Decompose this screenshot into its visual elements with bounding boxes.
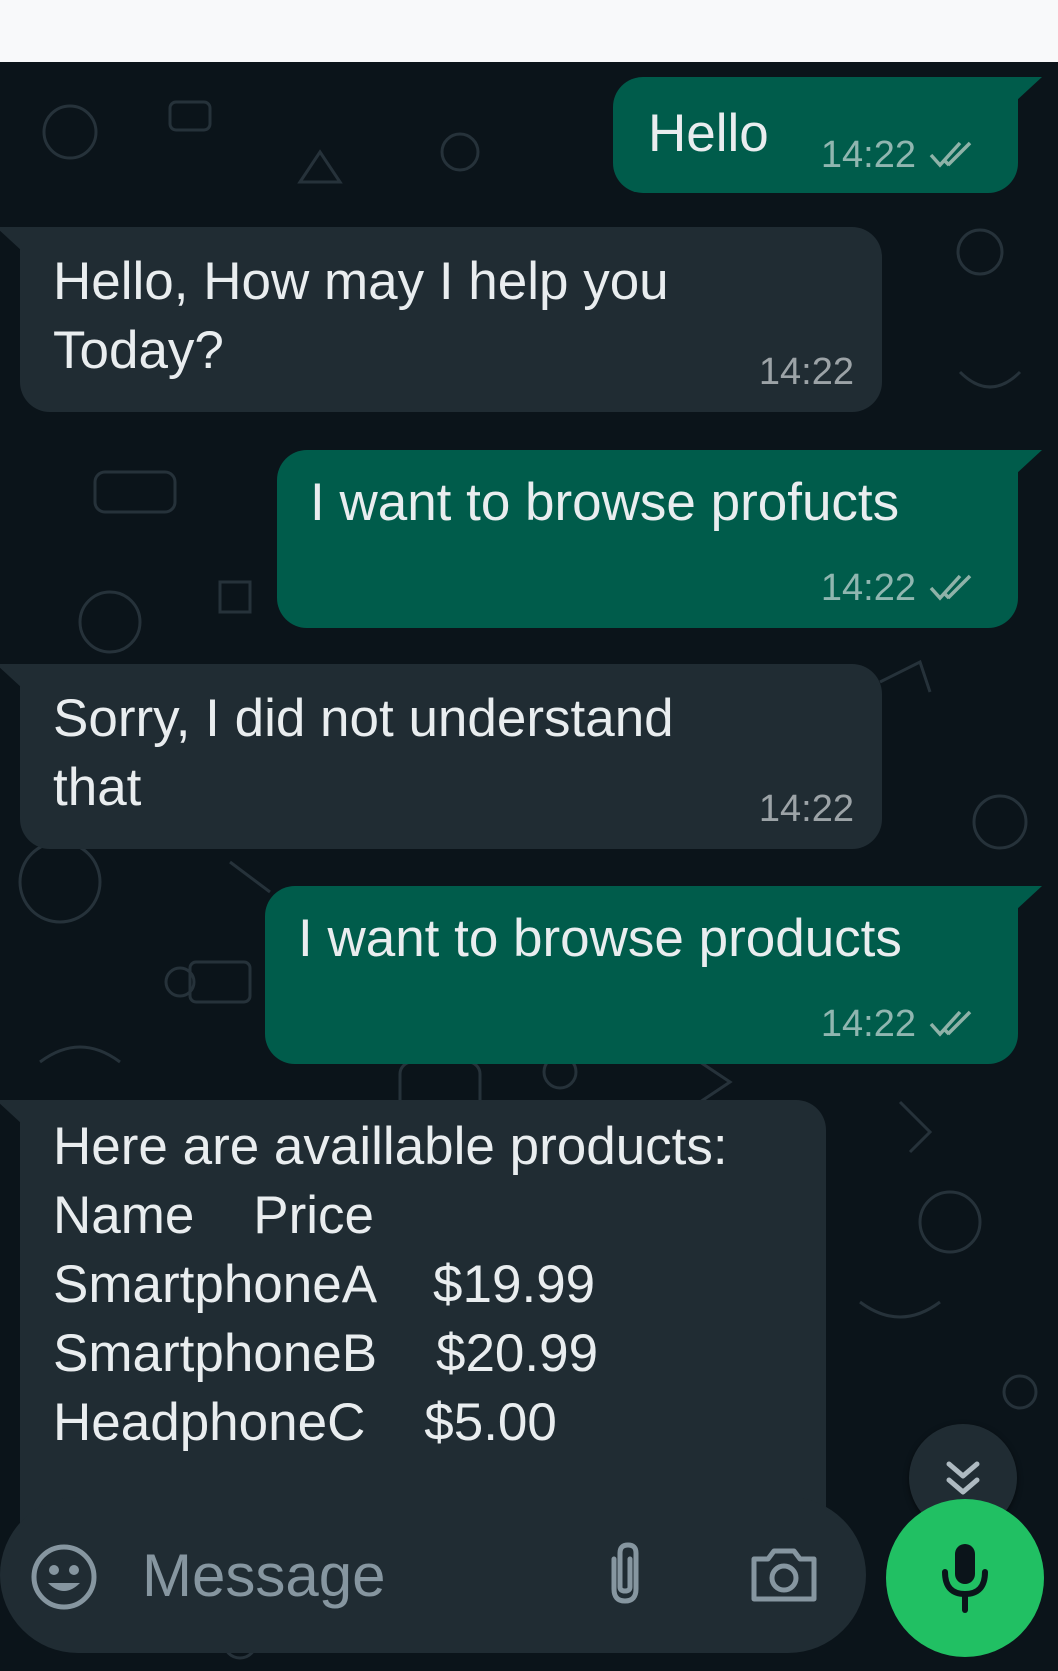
message-bubble-outgoing[interactable]: Hello 14:22 — [613, 77, 1042, 193]
message-time: 14:22 — [820, 1003, 916, 1045]
bubble-tail — [1016, 450, 1042, 474]
message-text: I want to browse products — [298, 909, 902, 968]
message-meta: 14:22 — [821, 135, 984, 175]
double-check-icon — [929, 1010, 972, 1037]
message-composer[interactable]: Message — [0, 1497, 866, 1653]
paperclip-icon[interactable] — [600, 1539, 650, 1609]
voice-message-button[interactable] — [886, 1499, 1044, 1657]
mic-icon — [942, 1544, 988, 1613]
status-bar-area — [0, 0, 1058, 62]
bubble-tail — [1016, 886, 1042, 910]
message-input[interactable]: Message — [142, 1543, 385, 1609]
message-text: Here are availlable products: Name Price… — [53, 1117, 728, 1452]
message-text: Hello, How may I help you Today? — [53, 252, 669, 380]
message-time: 14:22 — [820, 134, 916, 176]
chevron-double-down-icon — [946, 1461, 980, 1495]
double-check-icon — [929, 141, 972, 168]
message-meta: 14:22 — [821, 1004, 984, 1044]
message-bubble-incoming[interactable]: Hello, How may I help you Today? 14:22 — [0, 227, 882, 412]
bubble-tail — [0, 664, 22, 688]
bubble-tail — [1016, 77, 1042, 101]
message-bubble-outgoing[interactable]: I want to browse profucts 14:22 — [277, 450, 1042, 628]
message-text: Sorry, I did not understand that — [53, 689, 674, 817]
message-meta: 14:22 — [759, 352, 854, 392]
double-check-icon — [929, 574, 972, 601]
message-bubble-incoming[interactable]: Here are availlable products: Name Price… — [0, 1100, 826, 1542]
bubble-tail — [0, 1100, 22, 1124]
message-meta: 14:22 — [759, 789, 854, 829]
message-time: 14:22 — [820, 567, 916, 609]
bubble-tail — [0, 227, 22, 251]
message-bubble-incoming[interactable]: Sorry, I did not understand that 14:22 — [0, 664, 882, 849]
message-text: Hello — [648, 104, 769, 163]
message-meta: 14:22 — [821, 568, 984, 608]
chat-area[interactable]: Hello 14:22 Hello, How may I help you To… — [0, 62, 1058, 1671]
message-time: 14:22 — [758, 351, 854, 393]
emoji-icon[interactable] — [30, 1543, 98, 1611]
message-text: I want to browse profucts — [310, 473, 900, 532]
camera-icon[interactable] — [748, 1543, 820, 1605]
message-time: 14:22 — [758, 788, 854, 830]
message-bubble-outgoing[interactable]: I want to browse products 14:22 — [265, 886, 1042, 1064]
